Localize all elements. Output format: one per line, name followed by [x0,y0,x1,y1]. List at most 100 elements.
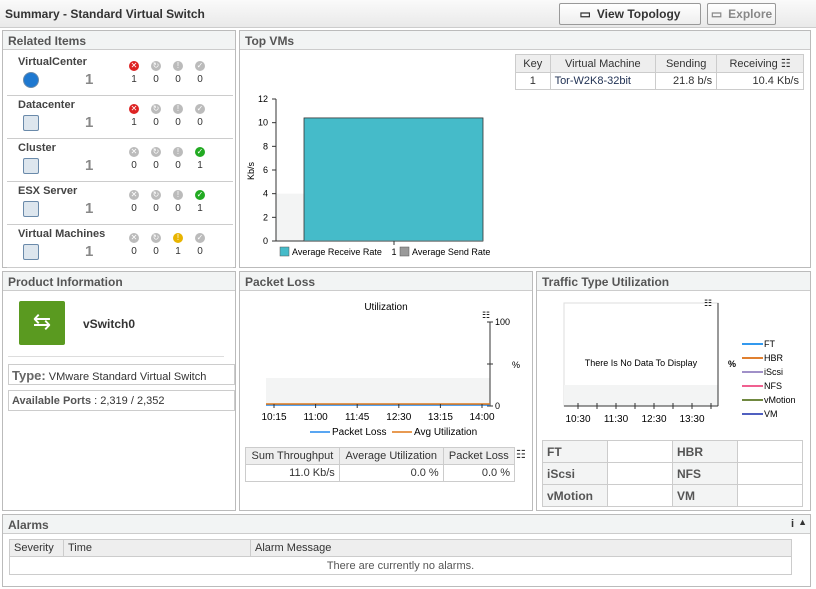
state-major[interactable]: ↻ 0 [149,147,163,171]
item-name[interactable]: VirtualCenter [18,56,87,68]
alarms-table: Severity Time Alarm Message There are curr… [9,539,792,575]
critical-icon: ✕ [129,61,139,71]
normal-icon: ✓ [195,147,205,157]
table-row: iScsi NFS [542,462,803,485]
state-major[interactable]: ↻ 0 [149,61,163,85]
traffic-type-label: vMotion [542,484,608,507]
explore-button[interactable]: ▭ Explore [707,3,776,25]
item-count[interactable]: 1 [85,243,93,260]
major-icon: ↻ [151,104,161,114]
x-tick-label: 13:15 [428,412,453,423]
state-major[interactable]: ↻ 0 [149,233,163,257]
table-row: 11.0 Kb/s 0.0 % 0.0 % [245,464,516,482]
critical-icon: ✕ [129,147,139,157]
traffic-type-value [607,440,673,463]
item-name[interactable]: Cluster [18,142,56,154]
explore-icon: ▭ [710,7,723,21]
item-count[interactable]: 1 [85,200,93,217]
table-row: vMotion VM [542,484,803,507]
legend-swatch [399,246,410,257]
product-name: vSwitch0 [83,317,136,331]
state-critical[interactable]: ✕ 1 [127,61,141,85]
warning-icon: ! [173,147,183,157]
collapse-icon[interactable]: ▲ [798,517,807,527]
traffic-type-table: FT HBR iScsi NFS vMotion VM [542,440,803,507]
state-normal[interactable]: ✓ 0 [193,61,207,85]
legend-label: Avg Utilization [414,427,477,438]
x-tick-label: 12:30 [386,412,411,423]
warning-icon: ! [173,233,183,243]
x-tick-label: 11:30 [604,414,629,425]
column-menu-icon[interactable]: ☷ [516,448,526,461]
related-item-datacenter[interactable]: Datacenter 1 ✕ 1 ↻ 0 ! 0 ✓ 0 [7,96,233,139]
y-tick-label: 10 [258,118,268,128]
legend-label: VM [764,409,778,419]
x-tick-label: 11:00 [303,412,328,423]
state-critical[interactable]: ✕ 1 [127,104,141,128]
related-item-virtual-machines[interactable]: Virtual Machines 1 ✕ 0 ↻ 0 ! 1 ✓ 0 [7,225,233,268]
vswitch-icon: ⇆ [19,301,65,345]
related-item-virtualcenter[interactable]: VirtualCenter 1 ✕ 1 ↻ 0 ! 0 ✓ 0 [7,53,233,96]
state-normal[interactable]: ✓ 0 [193,233,207,257]
related-items-panel: Related Items VirtualCenter 1 ✕ 1 ↻ 0! 0 ✓ 0 Dat… [2,30,236,268]
top-vms-table: Key Virtual Machine Sending Receiving ☷ 1 To… [515,54,804,90]
type-field: Type: VMware Standard Virtual Switch [8,364,235,385]
legend-label: HBR [764,353,784,363]
column-menu-icon[interactable]: ☷ [781,58,791,70]
state-warning[interactable]: ! 0 [171,147,185,171]
state-critical[interactable]: ✕ 0 [127,233,141,257]
no-alarms-message: There are currently no alarms. [9,556,792,575]
topology-icon: ▭ [579,7,591,21]
state-major[interactable]: ↻ 0 [149,190,163,214]
legend-label: Average Receive Rate [292,247,382,257]
legend-label: FT [764,339,775,349]
x-tick-label: 14:00 [469,412,494,423]
state-critical[interactable]: ✕ 0 [127,190,141,214]
item-count[interactable]: 1 [85,71,93,88]
y-tick-label: 6 [263,165,268,175]
y-tick-label: 0 [263,236,268,246]
table-row[interactable]: 1 Tor-W2K8-32bit 21.8 b/s 10.4 Kb/s [515,72,804,90]
state-major[interactable]: ↻ 0 [149,104,163,128]
y-axis-label: % [512,360,520,370]
item-count[interactable]: 1 [85,114,93,131]
panel-title: Product Information [3,272,235,291]
x-tick-label: 10:15 [261,412,286,423]
page-header: Summary - Standard Virtual Switch ▭ View … [0,0,816,28]
state-warning[interactable]: ! 1 [171,233,185,257]
state-warning[interactable]: ! 0 [171,61,185,85]
state-warning[interactable]: ! 0 [171,104,185,128]
info-icon[interactable]: i [791,518,794,530]
traffic-type-value [737,484,803,507]
traffic-type-panel: Traffic Type Utilization ☷ There Is No Da… [536,271,811,511]
item-name[interactable]: Datacenter [18,99,75,111]
traffic-type-label: HBR [672,440,738,463]
state-warning[interactable]: ! 0 [171,190,185,214]
state-normal[interactable]: ✓ 0 [193,104,207,128]
related-item-cluster[interactable]: Cluster 1 ✕ 0 ↻ 0 ! 0 ✓ 1 [7,139,233,182]
datacenter-icon [23,115,39,131]
y-tick-label: 2 [263,212,268,222]
view-topology-button[interactable]: ▭ View Topology [559,3,701,25]
legend-label: NFS [764,381,782,391]
legend-label: Average Send Rate [412,247,490,257]
panel-title: Alarms [3,515,810,534]
normal-icon: ✓ [195,61,205,71]
alarms-panel: Alarms i ▲ Severity Time Alarm Message The… [2,514,811,587]
state-normal[interactable]: ✓ 1 [193,190,207,214]
traffic-type-label: VM [672,484,738,507]
x-tick-label: 11:45 [345,412,370,423]
x-tick-label: 1 [391,247,396,257]
major-icon: ↻ [151,233,161,243]
available-ports-field: Available Ports : 2,319 / 2,352 [8,390,235,411]
item-name[interactable]: ESX Server [18,185,77,197]
state-normal[interactable]: ✓ 1 [193,147,207,171]
warning-icon: ! [173,190,183,200]
related-item-esx-server[interactable]: ESX Server 1 ✕ 0 ↻ 0 ! 0 ✓ 1 [7,182,233,225]
virtualcenter-icon [23,72,39,88]
y-tick-label: 12 [258,94,268,104]
state-critical[interactable]: ✕ 0 [127,147,141,171]
critical-icon: ✕ [129,190,139,200]
item-count[interactable]: 1 [85,157,93,174]
item-name[interactable]: Virtual Machines [18,228,105,240]
